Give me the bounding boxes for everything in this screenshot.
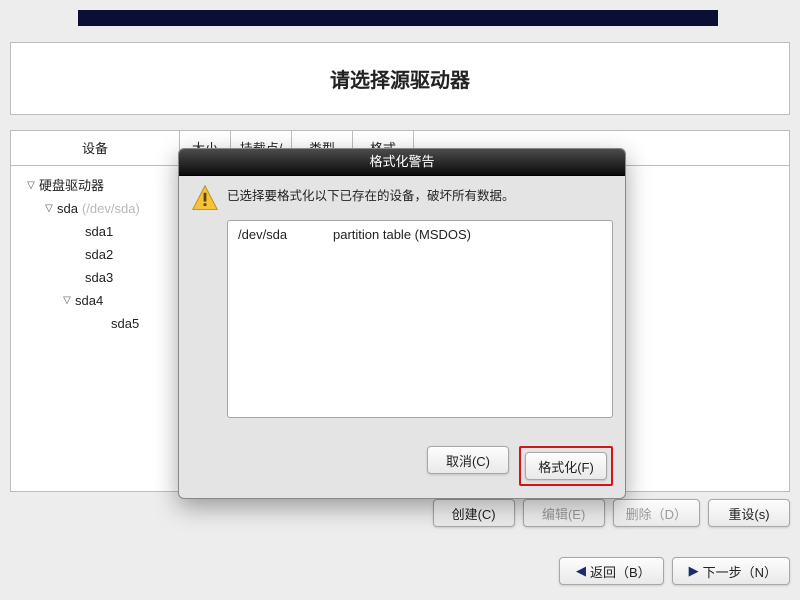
dialog-body: 已选择要格式化以下已存在的设备，破坏所有数据。 /dev/sda partiti…: [179, 176, 625, 428]
tree-root-label: 硬盘驱动器: [39, 174, 104, 197]
format-warning-dialog: 格式化警告 已选择要格式化以下已存在的设备，破坏所有数据。 /dev/sda p…: [178, 148, 626, 499]
partition-label: sda2: [85, 243, 113, 266]
device-list-row[interactable]: /dev/sda partition table (MSDOS): [238, 227, 602, 242]
device-description: partition table (MSDOS): [333, 227, 602, 242]
partition-label: sda3: [85, 266, 113, 289]
device-path: /dev/sda: [238, 227, 333, 242]
partition-label: sda5: [111, 312, 139, 335]
dialog-message: 已选择要格式化以下已存在的设备，破坏所有数据。: [227, 184, 515, 206]
page-title: 请选择源驱动器: [330, 64, 470, 93]
dialog-title: 格式化警告: [179, 149, 625, 176]
expand-icon[interactable]: ▽: [25, 174, 37, 197]
edit-button: 编辑(E): [523, 499, 605, 527]
expand-icon[interactable]: ▽: [43, 197, 55, 220]
warning-icon: [191, 184, 219, 212]
tree-disk-annotation: (/dev/sda): [82, 197, 140, 220]
arrow-left-icon: ◀: [576, 563, 586, 579]
delete-button: 删除（D）: [613, 499, 700, 527]
reset-button[interactable]: 重设(s): [708, 499, 790, 527]
create-button[interactable]: 创建(C): [433, 499, 515, 527]
nav-button-row: ◀ 返回（B） ▶ 下一步（N）: [10, 556, 790, 586]
partition-label: sda4: [75, 289, 103, 312]
expand-icon[interactable]: ▽: [61, 289, 73, 312]
tree-disk-label: sda: [57, 197, 78, 220]
col-header-device[interactable]: 设备: [11, 131, 180, 166]
next-button-label: 下一步（N）: [703, 562, 777, 581]
next-button[interactable]: ▶ 下一步（N）: [672, 557, 790, 585]
cancel-button[interactable]: 取消(C): [427, 446, 509, 474]
page-header-panel: 请选择源驱动器: [10, 42, 790, 115]
arrow-right-icon: ▶: [689, 563, 699, 579]
dialog-footer: 取消(C) 格式化(F): [179, 428, 625, 498]
device-list-box[interactable]: /dev/sda partition table (MSDOS): [227, 220, 613, 418]
action-button-row: 创建(C) 编辑(E) 删除（D） 重设(s): [10, 498, 790, 528]
installer-top-bar: [78, 10, 718, 26]
back-button-label: 返回（B）: [590, 562, 651, 581]
format-button-highlight: 格式化(F): [519, 446, 613, 486]
format-button[interactable]: 格式化(F): [525, 452, 607, 480]
partition-label: sda1: [85, 220, 113, 243]
back-button[interactable]: ◀ 返回（B）: [559, 557, 664, 585]
